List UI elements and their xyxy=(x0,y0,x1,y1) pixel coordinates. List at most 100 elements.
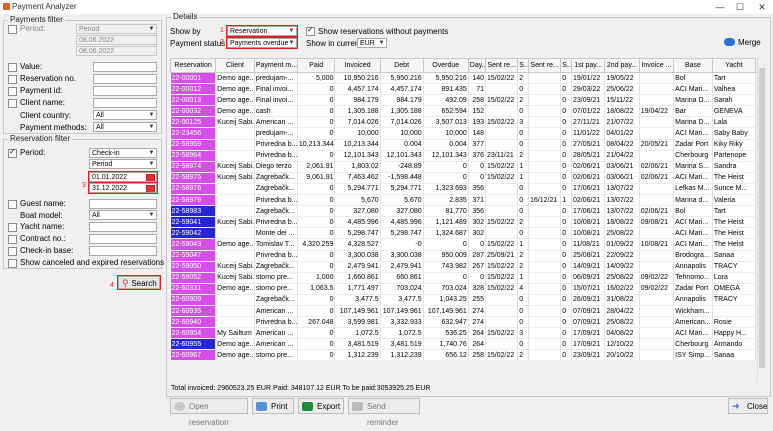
client-name-checkbox[interactable] xyxy=(8,99,17,108)
column-header[interactable]: Overdue xyxy=(422,58,469,73)
table-row[interactable]: 22-58974 Kuceij Sabi... Diego terzo 2,061.9… xyxy=(170,161,757,173)
table-row[interactable]: 22-58975 Kuceij Sabi... Zagrebačk... 9,061.… xyxy=(170,172,757,184)
table-row[interactable]: 22-59041 Kuceij Sabi... Privredna b... 0 4,4… xyxy=(170,216,757,229)
check-in-base-input[interactable] xyxy=(89,246,157,256)
table-row[interactable]: 22-60940 Privredna b... 267.048 3,599.981 3,… xyxy=(170,316,757,329)
reservation-date-to[interactable]: 31.12.2022 xyxy=(88,182,158,194)
show-by-select[interactable]: Reservation ▼ xyxy=(226,25,298,37)
period-type-select[interactable]: Period ▼ xyxy=(76,24,157,34)
table-row[interactable]: 22-59050 Kuceij Sabi... Zagrebačk... 0 2,479… xyxy=(170,261,757,273)
payment-id-checkbox[interactable] xyxy=(8,87,17,96)
table-row[interactable]: 22-00013 Demo age... Final invoi... 0 984.17… xyxy=(170,94,757,107)
cell-over: 1,323.693 xyxy=(423,183,469,196)
reservation-period-checkbox[interactable] xyxy=(8,147,17,158)
payment-status-select[interactable]: Payments overdue ▼ xyxy=(226,37,298,49)
guest-name-checkbox[interactable] xyxy=(8,200,17,209)
table-row[interactable]: 22-60935 American ... 0 107,149.961 107,149.… xyxy=(170,305,757,318)
column-header[interactable]: 1st pay... xyxy=(570,58,606,73)
reservation-no-input[interactable] xyxy=(93,74,157,84)
table-row[interactable]: 22-58959 Privredna b... 10,213.344 10,213.3… xyxy=(170,139,757,151)
minimize-icon[interactable]: — xyxy=(710,1,730,13)
table-row[interactable]: 22-23456 predujam-... 0 10,000 10,000 10,000 1… xyxy=(170,127,757,140)
scrollbar-thumb[interactable] xyxy=(759,68,765,368)
open-reservation-button[interactable]: Open reservation xyxy=(170,398,248,427)
contract-no-input[interactable] xyxy=(89,234,157,244)
column-header[interactable]: Sent re... xyxy=(484,58,519,73)
table-row[interactable]: 22-60954 My Sailtum American ... 0 1,072.5 1,… xyxy=(170,327,757,340)
cell-yacht: The Heist xyxy=(712,238,757,251)
table-row[interactable]: 22-58979 Privredna b... 0 5,670 5,670 2,835 37… xyxy=(170,194,757,207)
table-row[interactable]: 22-00012 Demo age... Final invoi... 0 4,457.… xyxy=(170,83,757,96)
table-row[interactable]: 22-60967 Demo age... stomo pre... 0 1,312.23… xyxy=(170,349,757,362)
reservation-no-checkbox[interactable] xyxy=(8,75,17,84)
contract-no-checkbox[interactable] xyxy=(8,235,17,244)
cell-s1: 2 xyxy=(517,216,529,229)
maximize-icon[interactable]: ☐ xyxy=(730,1,750,13)
payment-methods-select[interactable]: All ▼ xyxy=(93,122,157,132)
column-header[interactable]: Debt xyxy=(379,58,424,73)
table-row[interactable]: 22-60955 Demo age... American ... 0 3,481.51… xyxy=(170,338,757,351)
boat-model-label: Boat model: xyxy=(20,211,63,220)
print-button[interactable]: Print xyxy=(252,398,294,414)
period-mode-select[interactable]: Check-in ▼ xyxy=(89,148,157,158)
table-row[interactable]: 22-58983 Zagrebačk... 0 327,080 327,080 81,77… xyxy=(170,205,757,218)
column-header[interactable]: Invoiced xyxy=(334,58,381,73)
reservation-period-type-select[interactable]: Period ▼ xyxy=(89,159,157,169)
table-row[interactable]: 22-60909 Zagrebačk... 0 3,477.5 3,477.5 1,043… xyxy=(170,294,757,306)
table-row[interactable]: 22-58976 Zagrebačk... 0 5,294.771 5,294.771 1… xyxy=(170,183,757,196)
search-button[interactable]: ⚲ Search xyxy=(117,275,161,290)
column-header[interactable]: Yacht xyxy=(711,58,757,73)
table-row[interactable]: 22-00032 Demo age... cash 0 1,305.188 1,305.1… xyxy=(170,105,757,118)
column-header[interactable]: Reservation xyxy=(169,58,217,73)
calendar-icon[interactable] xyxy=(146,185,155,192)
table-row[interactable]: 22-00001 Demo age... predujam-... 5,000 10,9… xyxy=(170,72,757,85)
show-without-payments-checkbox[interactable] xyxy=(306,25,315,36)
column-header[interactable]: Client xyxy=(215,58,255,73)
period-checkbox[interactable] xyxy=(8,25,17,34)
export-button[interactable]: Export xyxy=(298,398,344,414)
table-row[interactable]: 22-59043 Demo age... Tomislav T... 4,320.25… xyxy=(170,238,757,251)
yacht-name-input[interactable] xyxy=(89,222,157,232)
table-row[interactable]: 22-59052 Kuceij Sabi... stomo pre... 1,000 1… xyxy=(170,272,757,284)
yacht-name-checkbox[interactable] xyxy=(8,223,17,232)
cell-day: 0 xyxy=(468,172,487,184)
calendar-icon[interactable] xyxy=(146,174,155,181)
send-reminder-button[interactable]: Send reminder xyxy=(348,398,420,427)
value-input[interactable] xyxy=(93,62,157,72)
table-row[interactable]: 22-00125 Kuceij Sabi... American ... 0 7,014… xyxy=(170,116,757,129)
column-header[interactable]: S... xyxy=(560,58,572,73)
cell-s2: 0 xyxy=(560,83,572,96)
close-window-icon[interactable]: ✕ xyxy=(752,1,772,13)
cell-yacht: Lala xyxy=(712,116,757,129)
guest-name-input[interactable] xyxy=(89,199,157,209)
check-in-base-checkbox[interactable] xyxy=(8,247,17,256)
reservation-date-from[interactable]: 01.01.2022 xyxy=(88,171,158,183)
show-canceled-checkbox[interactable] xyxy=(8,259,17,268)
column-header[interactable]: Payment m... xyxy=(253,58,298,73)
payment-id-input[interactable] xyxy=(93,86,157,96)
column-header[interactable]: Sent re... xyxy=(527,58,562,73)
table-scrollbar[interactable] xyxy=(757,58,766,382)
cell-s2: 0 xyxy=(560,161,572,173)
client-country-select[interactable]: All ▼ xyxy=(93,110,157,120)
close-button[interactable]: ➜ Close xyxy=(728,398,768,414)
cell-sr1 xyxy=(485,227,519,240)
currency-select[interactable]: EUR ▼ xyxy=(357,38,387,48)
column-header[interactable]: Base xyxy=(673,58,713,73)
value-checkbox[interactable] xyxy=(8,63,17,72)
column-header[interactable]: Paid xyxy=(296,58,336,73)
payments-date-from[interactable]: 08.06.2022 xyxy=(76,35,157,45)
table-row[interactable]: 22-59047 Privredna b... 0 3,300.038 3,300.03… xyxy=(170,250,757,262)
column-header[interactable]: Day... xyxy=(467,58,487,73)
column-header[interactable]: Invoice ... xyxy=(638,58,675,73)
column-header[interactable]: S... xyxy=(517,58,529,73)
column-header[interactable]: 2nd pay... xyxy=(604,58,640,73)
client-name-input[interactable] xyxy=(93,98,157,108)
cell-s1: 0 xyxy=(517,338,529,351)
boat-model-select[interactable]: All ▼ xyxy=(89,210,157,220)
merge-toggle[interactable]: Merge xyxy=(724,37,761,48)
table-row[interactable]: 22-59042 Monte dei ... 0 5,298.747 5,298.747… xyxy=(170,227,757,240)
payments-date-to[interactable]: 08.06.2022 xyxy=(76,46,157,56)
table-row[interactable]: 22-60331 Demo age... stomo pre... 1,063.5 1,… xyxy=(170,283,757,295)
table-row[interactable]: 22-58964 Privredna b... 0 12,101.343 12,101.… xyxy=(170,150,757,162)
